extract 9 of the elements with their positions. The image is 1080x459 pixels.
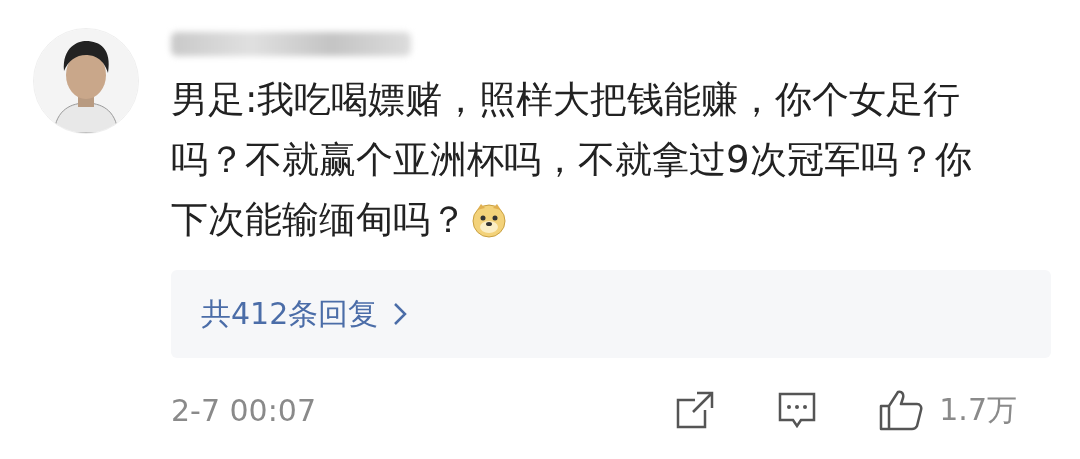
share-icon[interactable] <box>675 390 716 430</box>
like-count: 1.7万 <box>939 390 1017 429</box>
view-replies-link[interactable]: 共412条回复 <box>201 293 379 335</box>
comment-icon[interactable] <box>777 390 818 430</box>
thumbs-up-icon[interactable] <box>879 389 924 431</box>
comment-time: 2-7 00:07 <box>171 392 317 428</box>
dog-face-icon <box>471 202 507 238</box>
chevron-right-icon <box>392 301 409 327</box>
comment-text: 男足:我吃喝嫖赌，照样大把钱能赚，你个女足行吗？不就赢个亚洲杯吗，不就拿过9次冠军吗？你下次能输缅甸吗？ <box>171 77 973 243</box>
